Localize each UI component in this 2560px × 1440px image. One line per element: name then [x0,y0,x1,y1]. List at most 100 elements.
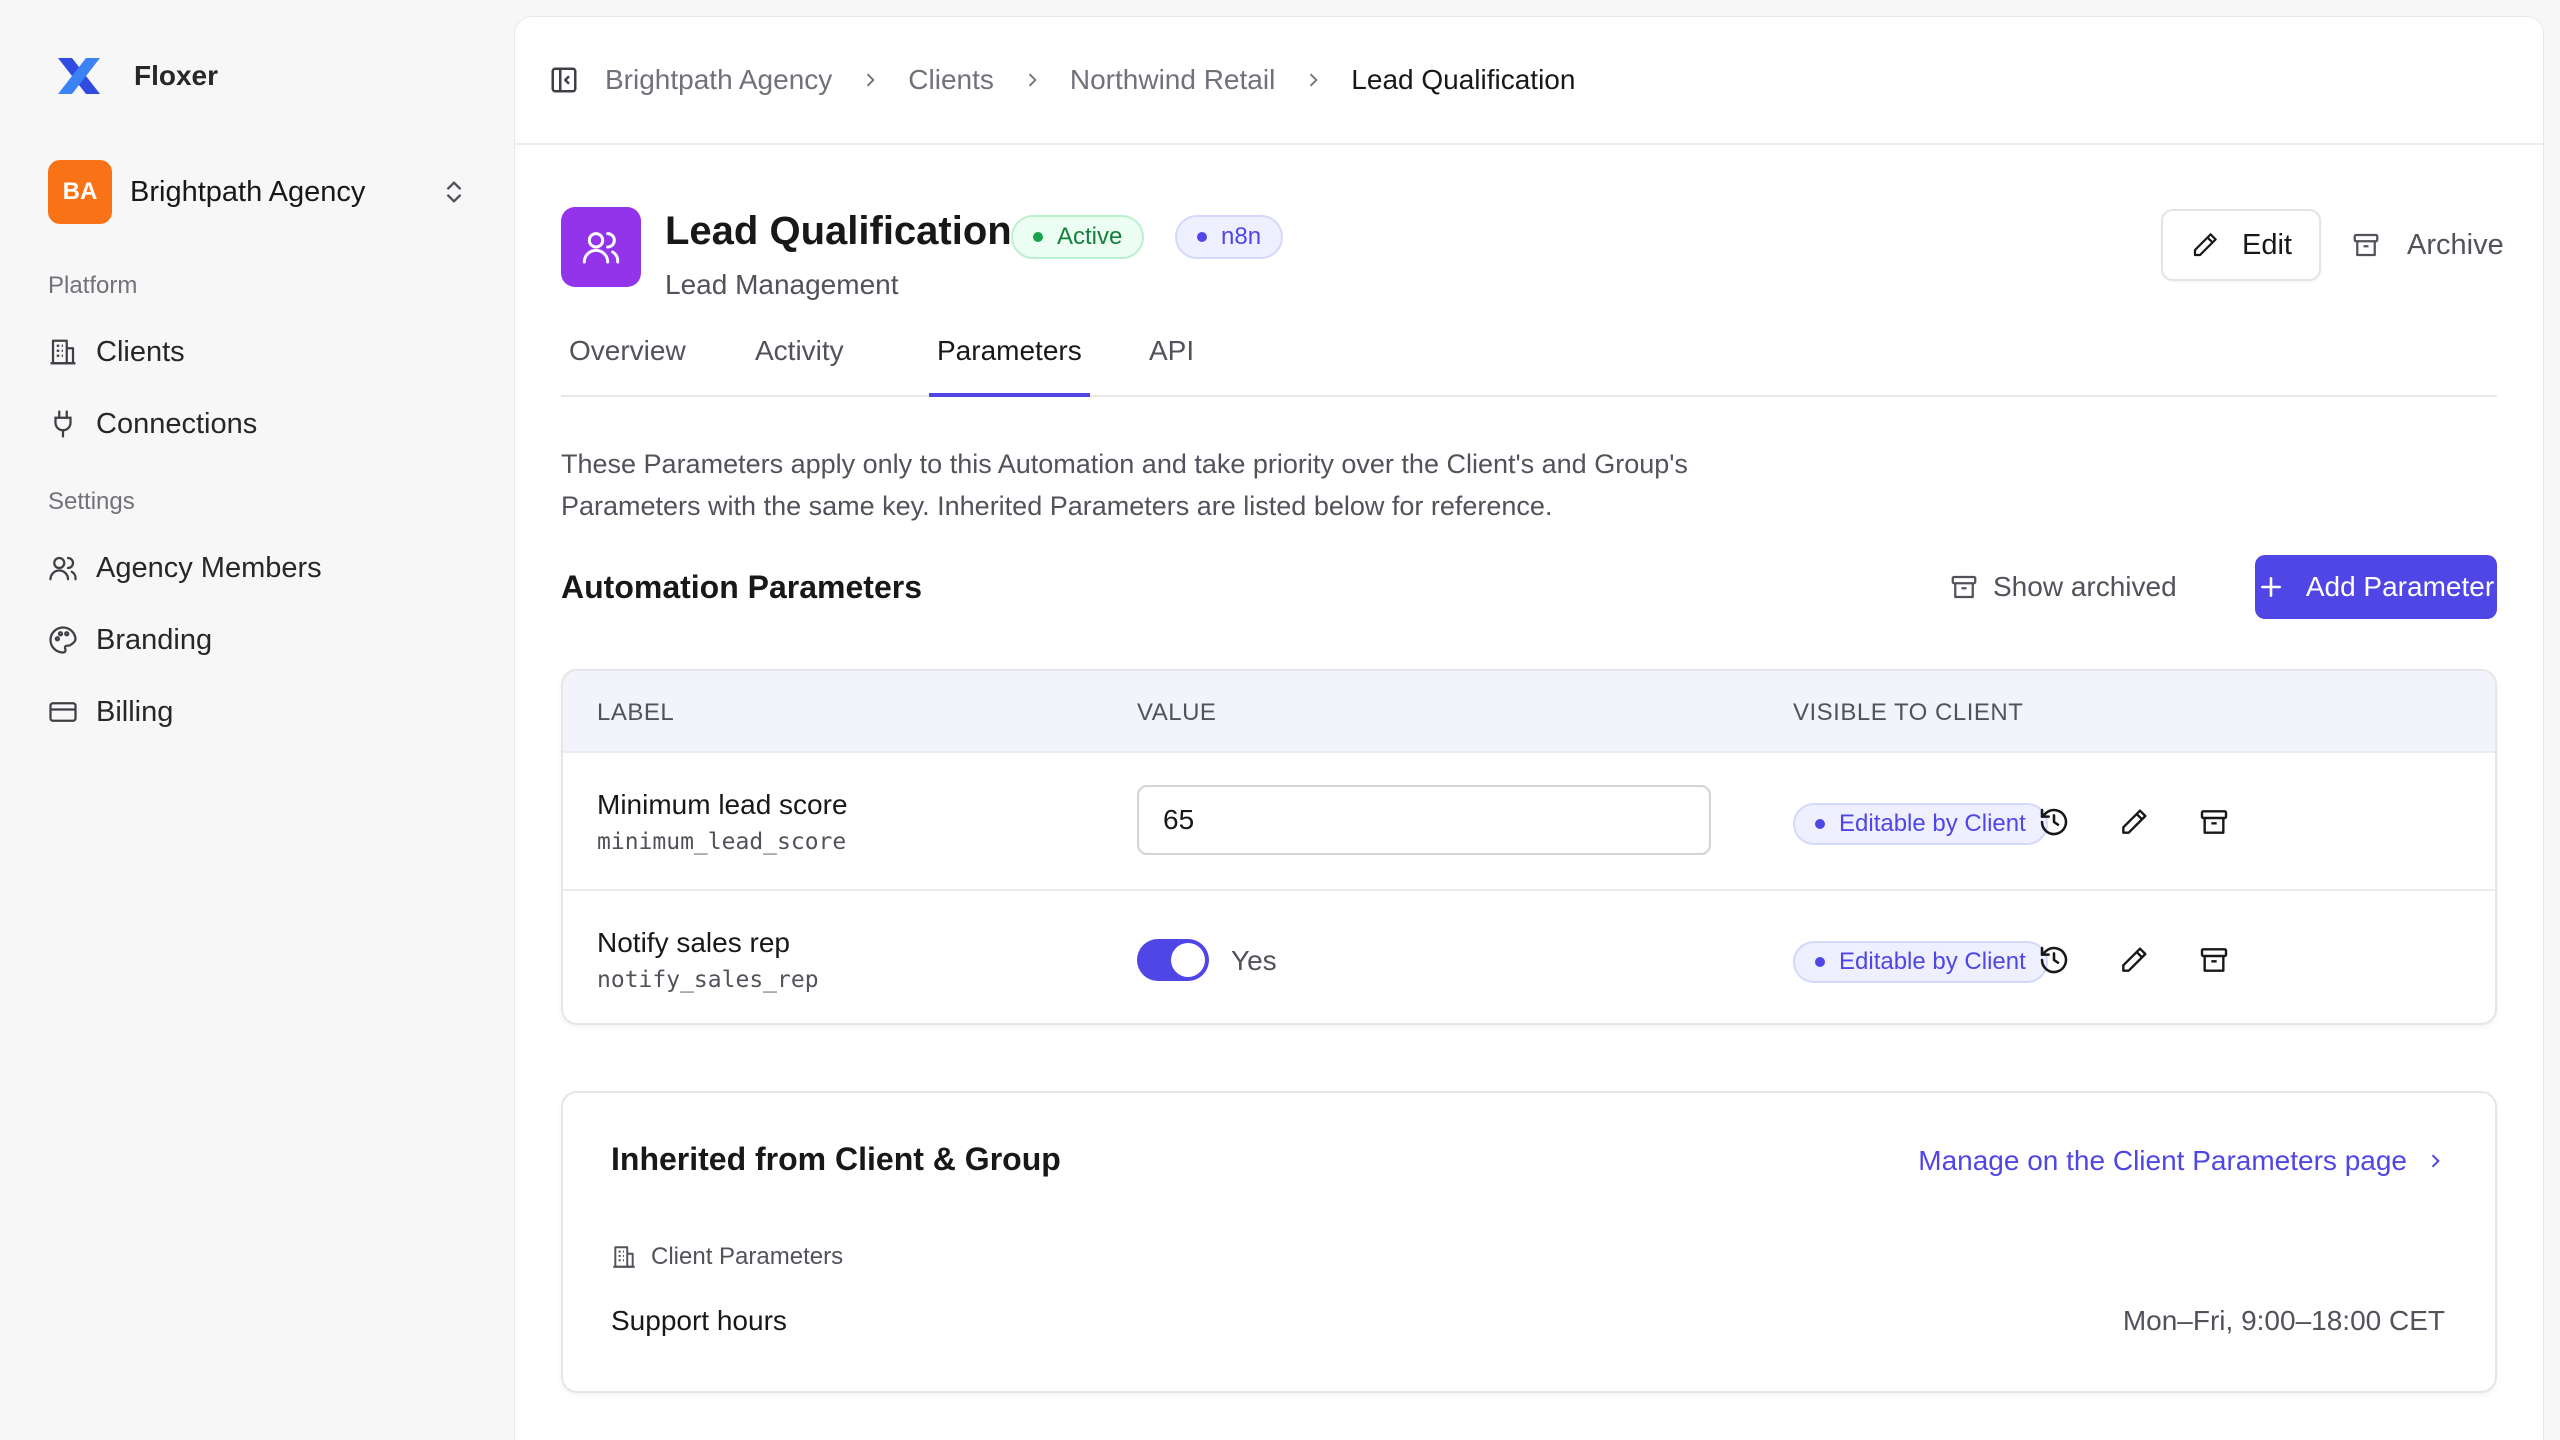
sidebar-item-agency-members[interactable]: Agency Members [48,542,468,594]
plug-icon [48,409,78,439]
sidebar-item-label: Clients [96,335,185,368]
inherited-parameters-card: Inherited from Client & Group Manage on … [561,1091,2497,1393]
org-avatar: BA [48,160,112,224]
automation-icon [561,207,641,287]
breadcrumb-current: Lead Qualification [1351,64,1576,95]
archive-icon[interactable] [2197,943,2231,977]
pencil-icon[interactable] [2117,943,2151,977]
inherited-title: Inherited from Client & Group [611,1141,1061,1177]
users-icon [48,553,78,583]
content: Lead Qualification Lead Management Activ… [561,193,2504,1393]
chevron-right-icon [1310,73,1318,87]
tab-activity[interactable]: Activity [755,321,844,397]
column-header-visible: VISIBLE TO CLIENT [1793,699,2024,726]
plus-icon [2258,574,2284,600]
column-header-label: LABEL [597,699,675,726]
show-archived-button[interactable]: Show archived [1949,571,2177,603]
sidebar-toggle-icon[interactable] [549,65,579,95]
page-title: Lead Qualification [665,209,1012,253]
floxer-logo-icon [54,56,104,96]
archive-icon [1949,572,1979,602]
tab-bar: Overview Activity Parameters API [561,321,2497,397]
archive-icon[interactable] [2197,805,2231,839]
sidebar-item-branding[interactable]: Branding [48,614,468,666]
topbar: Brightpath Agency Clients Northwind Reta… [515,17,2543,145]
section-title: Automation Parameters [561,569,922,605]
platform-text: n8n [1221,223,1262,250]
manage-link-text: Manage on the Client Parameters page [1918,1145,2407,1176]
visibility-badge: Editable by Client [1793,803,2048,845]
parameter-value-input[interactable]: 65 [1137,785,1711,855]
org-name: Brightpath Agency [130,175,366,208]
sidebar-item-label: Connections [96,407,258,440]
archive-label: Archive [2407,228,2504,261]
platform-badge: n8n [1175,215,1284,259]
building-icon [611,1244,637,1270]
palette-icon [48,625,78,655]
credit-card-icon [48,697,78,727]
column-header-value: VALUE [1137,699,1217,726]
breadcrumb: Brightpath Agency Clients Northwind Reta… [605,64,1575,96]
table-row: Minimum lead score minimum_lead_score 65… [563,751,2495,889]
visibility-badge: Editable by Client [1793,941,2048,983]
edit-label: Edit [2242,228,2292,261]
status-text: Active [1057,223,1123,250]
parameter-label: Notify sales rep [597,927,790,958]
visibility-dot-icon [1815,819,1825,829]
building-icon [48,337,78,367]
platform-dot-icon [1197,232,1207,242]
parameter-value-toggle[interactable] [1137,939,1209,981]
history-icon[interactable] [2037,805,2071,839]
sidebar-item-label: Agency Members [96,551,322,584]
add-parameter-button[interactable]: Add Parameter [2255,555,2497,619]
sidebar-item-clients[interactable]: Clients [48,326,468,378]
table-row: Notify sales rep notify_sales_rep Yes Ed… [563,889,2495,1023]
manage-client-parameters-link[interactable]: Manage on the Client Parameters page [1918,1145,2445,1177]
parameters-description: These Parameters apply only to this Auto… [561,449,1688,521]
visibility-dot-icon [1815,957,1825,967]
breadcrumb-client[interactable]: Northwind Retail [1070,64,1275,96]
app-name: Floxer [134,60,219,91]
main-panel: Brightpath Agency Clients Northwind Reta… [514,16,2544,1440]
visibility-text: Editable by Client [1839,810,2026,837]
status-dot-icon [1033,232,1043,242]
sidebar: Floxer BA Brightpath Agency Platform Cli… [0,0,514,1440]
section-label-platform: Platform [48,272,138,299]
sidebar-item-label: Branding [96,623,213,656]
show-archived-label: Show archived [1993,571,2177,602]
chevron-right-icon [2431,1154,2440,1168]
inherited-parameter-value: Mon–Fri, 9:00–18:00 CET [2122,1305,2445,1336]
sidebar-item-billing[interactable]: Billing [48,686,468,738]
tab-api[interactable]: API [1149,321,1194,397]
tab-parameters[interactable]: Parameters [929,321,1090,397]
pencil-icon [2190,230,2220,260]
brand[interactable]: Floxer [54,56,218,96]
parameter-key: notify_sales_rep [597,967,819,993]
parameters-table: LABEL VALUE VISIBLE TO CLIENT Minimum le… [561,669,2497,1025]
section-label-settings: Settings [48,488,135,515]
org-switcher[interactable]: BA Brightpath Agency [48,160,468,224]
status-badge: Active [1011,215,1145,259]
sidebar-item-label: Billing [96,695,174,728]
archive-icon [2351,230,2381,260]
parameter-label: Minimum lead score [597,789,848,820]
client-parameters-label: Client Parameters [651,1243,844,1270]
automation-header: Lead Qualification Lead Management Activ… [561,193,2504,303]
archive-button[interactable]: Archive [2351,209,2504,281]
breadcrumb-clients[interactable]: Clients [908,64,994,96]
breadcrumb-agency[interactable]: Brightpath Agency [605,64,832,96]
chevron-right-icon [867,73,875,87]
parameter-key: minimum_lead_score [597,829,847,855]
client-parameters-group: Client Parameters [611,1243,843,1271]
tab-overview[interactable]: Overview [569,321,686,397]
toggle-label: Yes [1231,945,1277,976]
sidebar-item-connections[interactable]: Connections [48,398,468,450]
chevron-up-down-icon [440,178,468,206]
history-icon[interactable] [2037,943,2071,977]
inherited-parameter-label: Support hours [611,1305,787,1336]
add-parameter-label: Add Parameter [2305,571,2495,602]
visibility-text: Editable by Client [1839,948,2026,975]
pencil-icon[interactable] [2117,805,2151,839]
edit-button[interactable]: Edit [2161,209,2321,281]
chevron-right-icon [1028,73,1037,87]
